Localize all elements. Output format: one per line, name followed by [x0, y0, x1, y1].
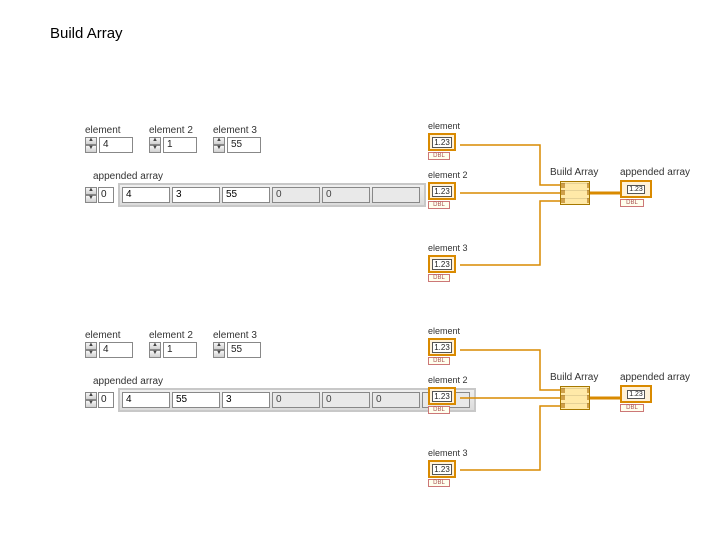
array-cell[interactable]: 55	[172, 392, 220, 408]
terminal-icon[interactable]: 1.23	[428, 133, 456, 151]
control-label: element 3	[213, 330, 261, 341]
build-array-label: Build Array	[550, 372, 598, 383]
terminal-icon[interactable]: 1.23	[620, 385, 652, 403]
index-increment-decrement[interactable]: ▲▼	[85, 187, 97, 203]
numeric-input[interactable]: 1	[163, 137, 197, 153]
control-label: element 2	[149, 125, 197, 136]
increment-decrement[interactable]: ▲▼	[149, 137, 161, 153]
terminal-label: element 2	[428, 375, 462, 385]
array-cell[interactable]	[372, 187, 420, 203]
terminal-element3: element 3 1.23 DBL	[428, 243, 462, 282]
increment-decrement[interactable]: ▲▼	[213, 137, 225, 153]
control-label: element	[85, 330, 133, 341]
numeric-control-element: element ▲▼ 4	[85, 330, 133, 358]
array-cell[interactable]: 0	[272, 187, 320, 203]
array-cell[interactable]: 4	[122, 392, 170, 408]
block-diagram: element 1.23 DBL element 2 1.23 DBL elem…	[420, 320, 680, 490]
terminal-icon[interactable]: 1.23	[620, 180, 652, 198]
terminal-element: element 1.23 DBL	[428, 326, 462, 365]
front-panel: element ▲▼ 4 element 2 ▲▼ 1 element 3 ▲▼…	[85, 125, 415, 207]
array-cell[interactable]: 0	[372, 392, 420, 408]
build-array-node[interactable]	[560, 386, 590, 410]
terminal-appended-array: appended array 1.23 DBL	[620, 167, 690, 207]
terminal-type-tag: DBL	[620, 199, 644, 207]
terminal-icon[interactable]: 1.23	[428, 182, 456, 200]
build-array-node[interactable]	[560, 181, 590, 205]
increment-decrement[interactable]: ▲▼	[149, 342, 161, 358]
index-increment-decrement[interactable]: ▲▼	[85, 392, 97, 408]
numeric-control-element: element ▲▼ 4	[85, 125, 133, 153]
numeric-input[interactable]: 4	[99, 137, 133, 153]
terminal-icon[interactable]: 1.23	[428, 387, 456, 405]
terminal-type-tag: DBL	[428, 201, 450, 209]
numeric-control-element3: element 3 ▲▼ 55	[213, 330, 261, 358]
terminal-icon[interactable]: 1.23	[428, 338, 456, 356]
array-index[interactable]: 0	[98, 187, 114, 203]
terminal-element2: element 2 1.23 DBL	[428, 170, 462, 209]
terminal-type-tag: DBL	[428, 274, 450, 282]
increment-decrement[interactable]: ▲▼	[213, 342, 225, 358]
terminal-type-tag: DBL	[428, 357, 450, 365]
array-cell[interactable]: 0	[272, 392, 320, 408]
array-indicator-label: appended array	[93, 376, 415, 387]
array-cells: 435500	[118, 183, 426, 207]
array-cell[interactable]: 3	[222, 392, 270, 408]
array-indicator: ▲▼ 0 435500	[85, 183, 415, 207]
build-array-label: Build Array	[550, 167, 598, 178]
terminal-label: appended array	[620, 167, 690, 178]
terminal-label: element 3	[428, 448, 462, 458]
increment-decrement[interactable]: ▲▼	[85, 342, 97, 358]
array-indicator-label: appended array	[93, 171, 415, 182]
terminal-type-tag: DBL	[620, 404, 644, 412]
array-cell[interactable]: 4	[122, 187, 170, 203]
terminal-element3: element 3 1.23 DBL	[428, 448, 462, 487]
terminal-element: element 1.23 DBL	[428, 121, 462, 160]
terminal-label: element	[428, 121, 462, 131]
array-index[interactable]: 0	[98, 392, 114, 408]
terminal-label: appended array	[620, 372, 690, 383]
control-label: element	[85, 125, 133, 136]
numeric-control-element3: element 3 ▲▼ 55	[213, 125, 261, 153]
numeric-input[interactable]: 55	[227, 342, 261, 358]
terminal-type-tag: DBL	[428, 152, 450, 160]
terminal-label: element	[428, 326, 462, 336]
terminal-type-tag: DBL	[428, 406, 450, 414]
page-title: Build Array	[50, 25, 123, 42]
example-2: element ▲▼ 4 element 2 ▲▼ 1 element 3 ▲▼…	[0, 320, 720, 490]
increment-decrement[interactable]: ▲▼	[85, 137, 97, 153]
terminal-icon[interactable]: 1.23	[428, 255, 456, 273]
terminal-appended-array: appended array 1.23 DBL	[620, 372, 690, 412]
control-label: element 2	[149, 330, 197, 341]
numeric-input[interactable]: 4	[99, 342, 133, 358]
array-cell[interactable]: 0	[322, 392, 370, 408]
array-cell[interactable]: 55	[222, 187, 270, 203]
array-indicator: ▲▼ 0 4553000	[85, 388, 415, 412]
terminal-label: element 2	[428, 170, 462, 180]
terminal-type-tag: DBL	[428, 479, 450, 487]
numeric-control-element2: element 2 ▲▼ 1	[149, 330, 197, 358]
numeric-input[interactable]: 55	[227, 137, 261, 153]
terminal-label: element 3	[428, 243, 462, 253]
numeric-control-element2: element 2 ▲▼ 1	[149, 125, 197, 153]
numeric-input[interactable]: 1	[163, 342, 197, 358]
block-diagram: element 1.23 DBL element 2 1.23 DBL elem…	[420, 115, 680, 285]
array-cell[interactable]: 0	[322, 187, 370, 203]
front-panel: element ▲▼ 4 element 2 ▲▼ 1 element 3 ▲▼…	[85, 330, 415, 412]
control-label: element 3	[213, 125, 261, 136]
terminal-icon[interactable]: 1.23	[428, 460, 456, 478]
array-cell[interactable]: 3	[172, 187, 220, 203]
example-1: element ▲▼ 4 element 2 ▲▼ 1 element 3 ▲▼…	[0, 115, 720, 285]
terminal-element2: element 2 1.23 DBL	[428, 375, 462, 414]
